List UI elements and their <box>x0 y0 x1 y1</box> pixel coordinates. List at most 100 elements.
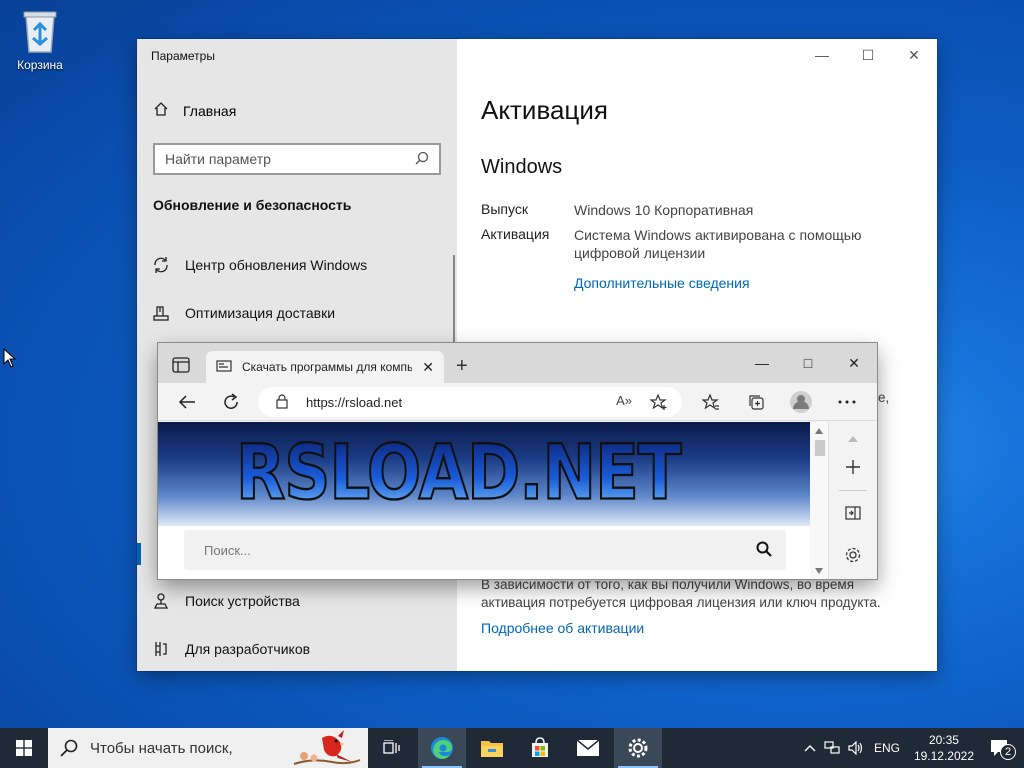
edge-window: Скачать программы для компьютера ✕ + — □… <box>158 343 877 579</box>
sidebar-scroll-up-icon[interactable] <box>841 428 865 450</box>
profile-avatar[interactable] <box>786 388 816 416</box>
activation-help-link[interactable]: Подробнее об активации <box>481 620 644 636</box>
activation-label: Активация <box>481 226 550 242</box>
add-favorite-icon[interactable] <box>649 393 668 414</box>
sidebar-item-find-device[interactable]: Поиск устройства <box>151 591 300 611</box>
site-search-placeholder: Поиск... <box>204 542 251 558</box>
taskbar-mail-button[interactable] <box>564 728 612 768</box>
more-info-link[interactable]: Дополнительные сведения <box>574 275 750 291</box>
settings-search-input[interactable]: Найти параметр <box>153 143 441 175</box>
refresh-button[interactable] <box>216 388 246 416</box>
sidebar-item-delivery-optimization[interactable]: Оптимизация доставки <box>151 303 335 323</box>
tab-bar: Скачать программы для компьютера ✕ + — □… <box>158 343 877 383</box>
sidebar-item-label: Центр обновления Windows <box>185 257 368 273</box>
site-search-icon[interactable] <box>756 541 772 560</box>
maximize-button[interactable]: ☐ <box>845 39 891 71</box>
more-options-icon[interactable] <box>832 388 862 416</box>
recycle-bin-label: Корзина <box>17 58 63 72</box>
address-bar[interactable]: https://rsload.net A» <box>258 387 682 417</box>
edge-icon <box>431 737 453 759</box>
edge-caption-buttons: — □ ✕ <box>739 343 877 383</box>
taskbar-store-button[interactable] <box>516 728 564 768</box>
sidebar-item-developers[interactable]: Для разработчиков <box>151 639 310 659</box>
edge-minimize-button[interactable]: — <box>739 343 785 383</box>
store-icon <box>532 737 548 757</box>
start-button[interactable] <box>0 728 48 768</box>
site-search-input[interactable]: Поиск... <box>184 530 786 570</box>
sidebar-add-button[interactable] <box>841 456 865 478</box>
new-tab-button[interactable]: + <box>456 355 468 378</box>
sidebar-item-label: Оптимизация доставки <box>185 305 336 321</box>
refresh-icon <box>151 255 171 275</box>
home-label: Главная <box>183 102 237 119</box>
edge-close-button[interactable]: ✕ <box>831 343 877 383</box>
home-icon <box>153 101 169 120</box>
taskbar-search-placeholder: Чтобы начать поиск, <box>90 739 233 757</box>
section-title: Обновление и безопасность <box>153 197 352 213</box>
network-icon[interactable] <box>820 741 844 755</box>
sidebar-item-label: Для разработчиков <box>185 641 311 657</box>
url-text: https://rsload.net <box>306 394 403 410</box>
collections-button[interactable] <box>741 388 771 416</box>
task-view-button[interactable] <box>368 728 416 768</box>
taskbar-explorer-button[interactable] <box>468 728 516 768</box>
sidebar-collapse-button[interactable] <box>841 502 865 524</box>
back-button[interactable] <box>172 388 202 416</box>
scroll-down-icon[interactable] <box>815 568 823 574</box>
windows-logo-icon <box>16 740 32 756</box>
system-clock[interactable]: 20:35 19.12.2022 <box>914 732 974 764</box>
page-favicon-icon <box>216 359 232 375</box>
taskbar-settings-button[interactable] <box>614 728 662 768</box>
edge-sidebar <box>828 422 877 579</box>
scrollbar-thumb[interactable] <box>815 440 825 456</box>
settings-window-title: Параметры <box>151 49 215 63</box>
settings-caption-buttons: — ☐ ✕ <box>799 39 937 71</box>
tab-title: Скачать программы для компьютера <box>242 360 413 374</box>
clock-time: 20:35 <box>928 733 959 747</box>
search-icon <box>60 739 78 757</box>
folder-icon <box>481 741 503 757</box>
clock-date: 19.12.2022 <box>913 749 974 763</box>
show-hidden-icons-icon[interactable] <box>800 744 820 752</box>
gear-icon <box>628 738 648 758</box>
recycle-bin-shortcut[interactable]: Корзина <box>12 8 68 72</box>
edge-maximize-button[interactable]: □ <box>785 343 831 383</box>
taskbar: Чтобы начать поиск, ENG 20:35 19.12.2022… <box>0 728 1024 768</box>
read-aloud-icon[interactable]: A» <box>616 393 632 408</box>
volume-icon[interactable] <box>844 741 868 755</box>
activation-value: Система Windows активирована с помощью ц… <box>574 227 862 261</box>
delivery-icon <box>151 303 171 323</box>
task-view-icon <box>383 740 400 754</box>
find-device-icon <box>151 591 171 611</box>
section-subtitle: Windows <box>481 156 563 178</box>
minimize-button[interactable]: — <box>799 39 845 71</box>
settings-search-placeholder: Найти параметр <box>165 151 271 167</box>
developer-icon <box>151 639 171 659</box>
mail-icon <box>576 739 600 756</box>
page-title: Активация <box>481 95 608 125</box>
active-item-indicator <box>137 543 141 565</box>
taskbar-search-input[interactable]: Чтобы начать поиск, <box>48 728 368 768</box>
home-nav-item[interactable]: Главная <box>153 101 236 120</box>
action-center-button[interactable]: 2 <box>976 728 1024 768</box>
close-button[interactable]: ✕ <box>891 39 937 71</box>
system-tray: ENG <box>800 728 900 768</box>
language-indicator[interactable]: ENG <box>874 741 900 755</box>
activation-description: В зависимости от того, как вы получили W… <box>481 577 881 610</box>
taskbar-edge-button[interactable] <box>418 728 466 768</box>
site-logo[interactable]: RSLOAD.NET <box>235 429 682 519</box>
sidebar-item-label: Поиск устройства <box>185 593 300 609</box>
tab-actions-icon[interactable] <box>172 357 190 373</box>
close-tab-icon[interactable]: ✕ <box>422 359 434 376</box>
sidebar-item-windows-update[interactable]: Центр обновления Windows <box>151 255 367 275</box>
search-icon <box>415 151 429 168</box>
sidebar-settings-icon[interactable] <box>841 544 865 566</box>
page-scrollbar[interactable] <box>810 422 828 579</box>
browser-tab[interactable]: Скачать программы для компьютера ✕ <box>206 351 444 383</box>
edition-value: Windows 10 Корпоративная <box>574 202 754 218</box>
favorites-button[interactable] <box>696 388 726 416</box>
lock-icon <box>276 394 288 412</box>
site-banner: RSLOAD.NET <box>158 422 810 526</box>
scroll-up-icon[interactable] <box>815 428 823 434</box>
edition-label: Выпуск <box>481 201 528 217</box>
